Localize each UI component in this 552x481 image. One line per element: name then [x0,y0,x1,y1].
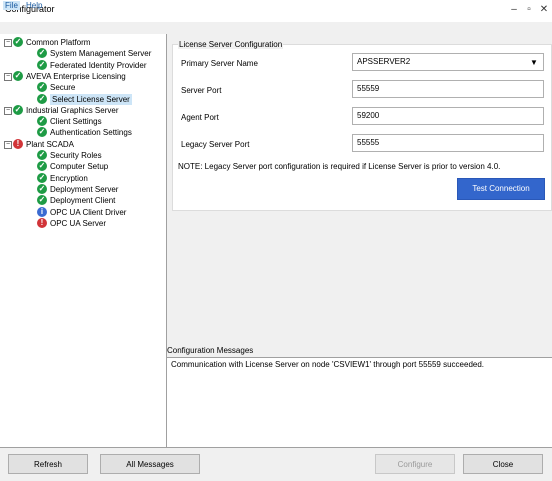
primary-server-label: Primary Server Name [181,59,258,68]
tree-item-label: Computer Setup [50,162,109,172]
check-icon: ✓ [37,150,47,160]
chevron-down-icon[interactable]: ▼ [530,58,540,67]
check-icon: ✓ [13,104,23,115]
tree-item-label: Select License Server [50,93,132,105]
tree-item-label: OPC UA Server [50,218,107,228]
error-icon: ! [37,217,47,228]
check-icon: ✓ [37,59,47,70]
primary-server-select[interactable]: APSSERVER2 [352,53,544,71]
collapse-icon[interactable]: − [4,72,12,81]
agent-port-value: 59200 [357,111,380,120]
tree-item-label: System Management Server [50,49,152,59]
messages-box [167,357,552,448]
primary-server-value: APSSERVER2 [357,57,411,66]
error-icon: ! [13,138,23,149]
menu-help[interactable]: Help [24,1,44,10]
collapse-icon[interactable]: − [4,106,12,115]
tree-item-label: Authentication Settings [50,128,132,138]
agent-port-label: Agent Port [181,113,219,122]
collapse-icon[interactable]: − [4,39,12,47]
tree-item-label: Federated Identity Provider [50,60,147,70]
maximize-icon[interactable]: ▫ [522,3,536,17]
title-bar [0,0,552,22]
check-icon: ✓ [13,70,23,81]
legacy-port-note: NOTE: Legacy Server port configuration i… [178,162,501,171]
server-port-value: 55559 [357,84,380,93]
check-icon: ✓ [13,37,23,47]
tree-item-label: Industrial Graphics Server [26,105,119,115]
legacy-port-value: 55555 [357,138,380,147]
info-icon: i [37,206,47,217]
legacy-port-label: Legacy Server Port [181,140,250,149]
tree-item-label: Encryption [50,173,88,183]
tree-item-label: Common Platform [26,38,91,47]
tree-item-label: Client Settings [50,117,102,127]
tree-item-label: Security Roles [50,151,102,160]
close-button[interactable]: Close [463,454,543,474]
configure-button[interactable]: Configure [375,454,455,474]
tree-item-label: Deployment Client [50,196,116,206]
close-icon[interactable]: ✕ [537,3,551,17]
minimize-icon[interactable]: – [507,3,521,17]
message-text: Communication with License Server on nod… [171,360,485,369]
tree-item-label: AVEVA Enterprise Licensing [26,71,126,81]
test-connection-button[interactable]: Test Connection [457,178,545,200]
tree-item-label: Secure [50,83,76,93]
all-messages-button[interactable]: All Messages [100,454,200,474]
check-icon: ✓ [37,93,47,104]
tree-item-label: Plant SCADA [26,139,75,149]
check-icon: ✓ [37,172,47,183]
tree-item-label: OPC UA Client Driver [50,207,127,217]
check-icon: ✓ [37,183,47,194]
group-title: License Server Configuration [178,40,284,49]
menu-file[interactable]: File [3,1,20,10]
collapse-icon[interactable]: − [4,140,12,149]
refresh-button[interactable]: Refresh [8,454,88,474]
messages-label: Configuration Messages [167,346,254,355]
server-port-label: Server Port [181,86,222,95]
server-port-input[interactable]: 55559 [352,80,544,98]
agent-port-input[interactable]: 59200 [352,107,544,125]
tree-item-label: Deployment Server [50,184,119,194]
legacy-port-input[interactable]: 55555 [352,134,544,152]
